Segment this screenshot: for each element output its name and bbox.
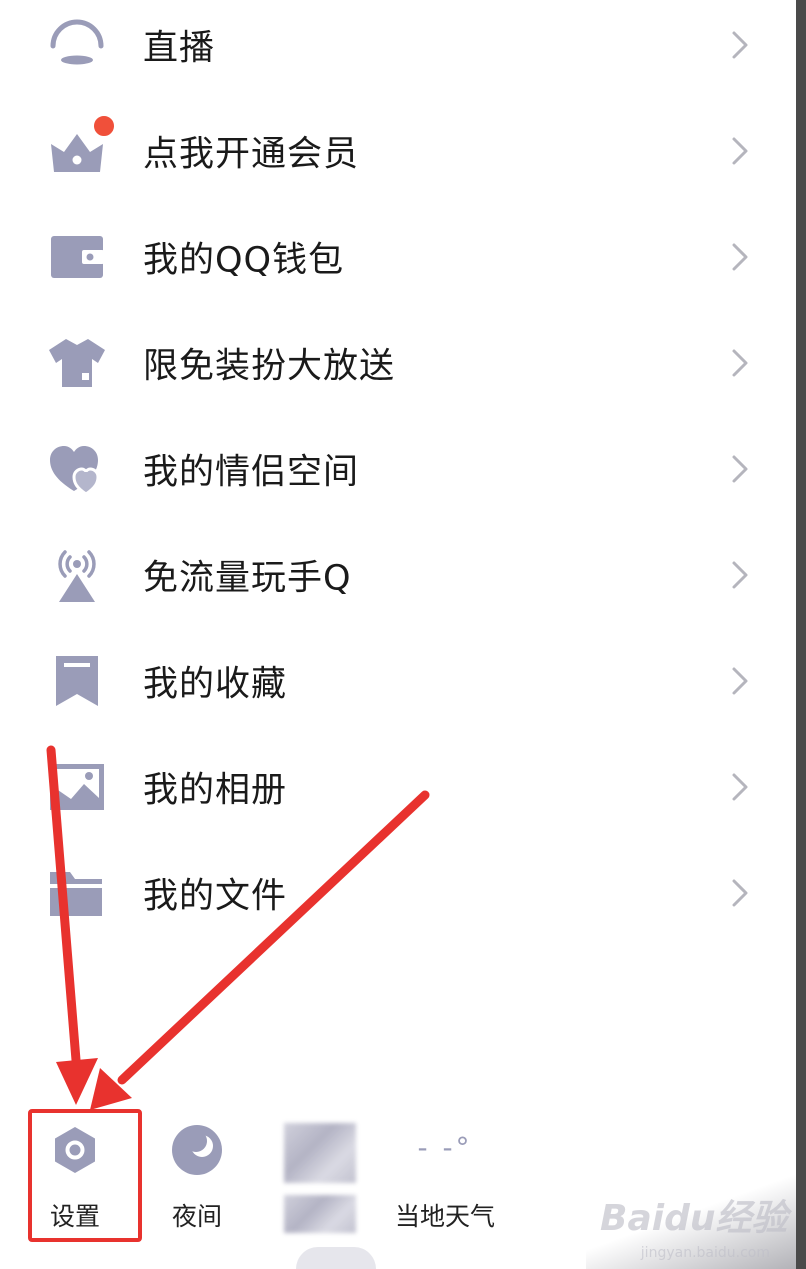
photo-album-icon (50, 764, 104, 810)
chevron-right-icon (732, 349, 748, 377)
chevron-right-icon (732, 455, 748, 483)
menu-item-free-data[interactable]: 免流量玩手Q (0, 522, 796, 628)
chevron-right-icon (732, 879, 748, 907)
chevron-right-icon (732, 773, 748, 801)
menu-item-couple-space[interactable]: 我的情侣空间 (0, 416, 796, 522)
chevron-right-icon (732, 31, 748, 59)
weather-value: - -° (417, 1131, 473, 1164)
signal-tower-icon (58, 550, 96, 602)
menu-item-label: 我的相册 (143, 770, 288, 811)
night-mode-label: 夜间 (171, 1202, 222, 1231)
menu-item-outfit[interactable]: 限免装扮大放送 (0, 310, 796, 416)
menu-item-wallet[interactable]: 我的QQ钱包 (0, 204, 796, 310)
blurred-item[interactable] (266, 1105, 376, 1245)
weather-button[interactable]: - -° 当地天气 (380, 1105, 510, 1245)
blurred-icon (284, 1123, 356, 1183)
menu-item-vip[interactable]: 点我开通会员 (0, 98, 796, 204)
menu-item-live[interactable]: 直播 (0, 0, 796, 98)
chevron-right-icon (732, 561, 748, 589)
blurred-label (284, 1195, 356, 1233)
chevron-right-icon (732, 243, 748, 271)
watermark-url: jingyan.baidu.com (640, 1245, 770, 1261)
menu-item-label: 点我开通会员 (143, 134, 360, 175)
menu-item-label: 我的情侣空间 (143, 452, 360, 493)
menu-item-files[interactable]: 我的文件 (0, 840, 796, 946)
watermark-logo: Baidu经验 (600, 1198, 788, 1239)
chevron-right-icon (732, 137, 748, 165)
bottom-decoration (296, 1247, 376, 1269)
night-mode-button[interactable]: 夜间 (142, 1105, 252, 1245)
folder-icon (50, 872, 102, 916)
weather-label: 当地天气 (394, 1202, 495, 1231)
menu-item-album[interactable]: 我的相册 (0, 734, 796, 840)
notification-badge (92, 114, 116, 138)
menu-item-label: 免流量玩手Q (143, 558, 352, 599)
tshirt-icon (49, 339, 105, 387)
chevron-right-icon (732, 667, 748, 695)
moon-icon (172, 1125, 222, 1175)
menu-item-label: 我的文件 (143, 876, 288, 917)
menu-item-label: 限免装扮大放送 (143, 346, 396, 387)
bookmark-icon (56, 656, 98, 706)
wallet-icon (51, 236, 104, 278)
menu-item-label: 我的QQ钱包 (143, 240, 345, 281)
menu-item-favorites[interactable]: 我的收藏 (0, 628, 796, 734)
menu-item-label: 我的收藏 (143, 664, 288, 705)
qq-side-drawer: 直播 点我开通会员 我的QQ钱包 限免装扮大放送 我的情侣空间 免流量玩手Q 我… (0, 0, 806, 1269)
right-edge-border (796, 0, 806, 1269)
live-broadcast-icon (50, 19, 104, 65)
menu-item-label: 直播 (143, 28, 216, 69)
hearts-icon (50, 446, 100, 496)
annotation-highlight-box (28, 1109, 142, 1242)
